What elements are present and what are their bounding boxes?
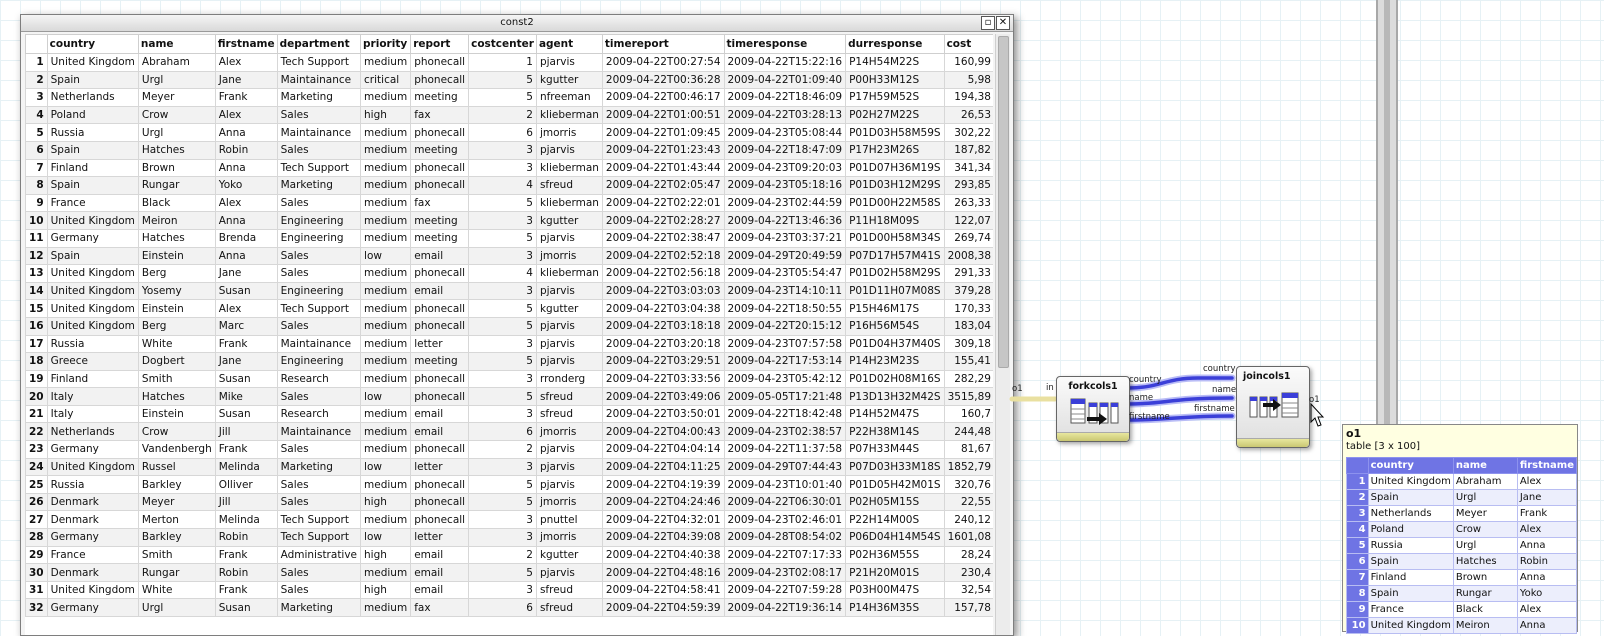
tooltip-column-header: firstname bbox=[1516, 457, 1578, 474]
tooltip-cell: Finland bbox=[1367, 569, 1454, 586]
forkcols-out-name[interactable]: name bbox=[1129, 393, 1153, 403]
forkcols-node[interactable]: forkcols1 bbox=[1056, 376, 1130, 442]
forkcols-out-country[interactable]: country bbox=[1129, 375, 1162, 385]
tooltip-row: 9 France Black Alex bbox=[1346, 601, 1578, 618]
tooltip-cell: Alex bbox=[1516, 601, 1578, 618]
joincols-in-country[interactable]: country bbox=[1203, 364, 1236, 374]
tooltip-row: 7 Finland Brown Anna bbox=[1346, 569, 1578, 586]
tooltip-cell: Anna bbox=[1516, 569, 1578, 586]
tooltip-cell: Yoko bbox=[1516, 585, 1578, 602]
tooltip-row: 6 Spain Hatches Robin bbox=[1346, 553, 1578, 570]
fork-columns-icon bbox=[1070, 398, 1119, 425]
tooltip-row-index: 5 bbox=[1346, 537, 1369, 554]
tooltip-row-index: 10 bbox=[1346, 617, 1369, 634]
tooltip-row-index: 6 bbox=[1346, 553, 1369, 570]
tooltip-column-header: name bbox=[1452, 457, 1518, 474]
tooltip-row-index: 9 bbox=[1346, 601, 1369, 618]
tooltip-cell: Brown bbox=[1452, 569, 1518, 586]
window-output-port[interactable]: o1 bbox=[1012, 384, 1023, 394]
tooltip-row: 3 Netherlands Meyer Frank bbox=[1346, 505, 1578, 522]
tooltip-cell: France bbox=[1367, 601, 1454, 618]
tooltip-header-row: country name firstname bbox=[1346, 457, 1578, 474]
tooltip-row-index: 3 bbox=[1346, 505, 1369, 522]
tooltip-cell: Frank bbox=[1516, 505, 1578, 522]
tooltip-column-header: country bbox=[1367, 457, 1454, 474]
tooltip-cell: Russia bbox=[1367, 537, 1454, 554]
tooltip-cell: Poland bbox=[1367, 521, 1454, 538]
tooltip-row-index: 1 bbox=[1346, 473, 1369, 490]
tooltip-cell: Abraham bbox=[1452, 473, 1518, 490]
tooltip-row: 2 Spain Urgl Jane bbox=[1346, 489, 1578, 506]
tooltip-cell: Urgl bbox=[1452, 489, 1518, 506]
tooltip-column-header bbox=[1346, 457, 1369, 474]
forkcols-in-port[interactable]: in bbox=[1046, 383, 1054, 393]
tooltip-cell: Robin bbox=[1516, 553, 1578, 570]
mouse-cursor-icon bbox=[1310, 402, 1325, 427]
tooltip-row: 10 United Kingdom Meiron Anna bbox=[1346, 617, 1578, 634]
joincols-in-name[interactable]: name bbox=[1212, 385, 1236, 395]
tooltip-cell: Rungar bbox=[1452, 585, 1518, 602]
tooltip-row-index: 8 bbox=[1346, 585, 1369, 602]
tooltip-cell: Netherlands bbox=[1367, 505, 1454, 522]
joincols-title: joincols1 bbox=[1243, 371, 1291, 382]
tooltip-cell: Anna bbox=[1516, 537, 1578, 554]
tooltip-row: 1 United Kingdom Abraham Alex bbox=[1346, 473, 1578, 490]
tooltip-row-index: 2 bbox=[1346, 489, 1369, 506]
tooltip-title: o1 bbox=[1346, 427, 1362, 440]
tooltip-table: country name firstname 1 United Kingdom Abra… bbox=[1346, 457, 1578, 634]
tooltip-row: 8 Spain Rungar Yoko bbox=[1346, 585, 1578, 602]
tooltip-cell: United Kingdom bbox=[1367, 473, 1454, 490]
tooltip-row-index: 7 bbox=[1346, 569, 1369, 586]
tooltip-cell: Urgl bbox=[1452, 537, 1518, 554]
tooltip-row: 5 Russia Urgl Anna bbox=[1346, 537, 1578, 554]
tooltip-cell: Black bbox=[1452, 601, 1518, 618]
tooltip-cell: Anna bbox=[1516, 617, 1578, 634]
tooltip-cell: Spain bbox=[1367, 585, 1454, 602]
joincols-out-port[interactable]: o1 bbox=[1309, 395, 1320, 405]
forkcols-out-firstname[interactable]: firstname bbox=[1129, 412, 1170, 422]
tooltip-cell: Hatches bbox=[1452, 553, 1518, 570]
join-columns-icon bbox=[1249, 392, 1299, 418]
forkcols-title: forkcols1 bbox=[1068, 381, 1118, 392]
joincols-in-firstname[interactable]: firstname bbox=[1194, 404, 1235, 414]
output-tooltip: o1 table [3 x 100] country name firstname … bbox=[1342, 424, 1578, 634]
tooltip-cell: Crow bbox=[1452, 521, 1518, 538]
tooltip-cell: Spain bbox=[1367, 553, 1454, 570]
tooltip-row-index: 4 bbox=[1346, 521, 1369, 538]
tooltip-cell: Meyer bbox=[1452, 505, 1518, 522]
tooltip-row: 4 Poland Crow Alex bbox=[1346, 521, 1578, 538]
joincols-node[interactable]: joincols1 bbox=[1236, 366, 1310, 448]
tooltip-subtitle: table [3 x 100] bbox=[1346, 441, 1421, 452]
tooltip-cell: United Kingdom bbox=[1367, 617, 1454, 634]
tooltip-cell: Alex bbox=[1516, 473, 1578, 490]
tooltip-cell: Alex bbox=[1516, 521, 1578, 538]
tooltip-cell: Meiron bbox=[1452, 617, 1518, 634]
tooltip-cell: Spain bbox=[1367, 489, 1454, 506]
tooltip-cell: Jane bbox=[1516, 489, 1578, 506]
